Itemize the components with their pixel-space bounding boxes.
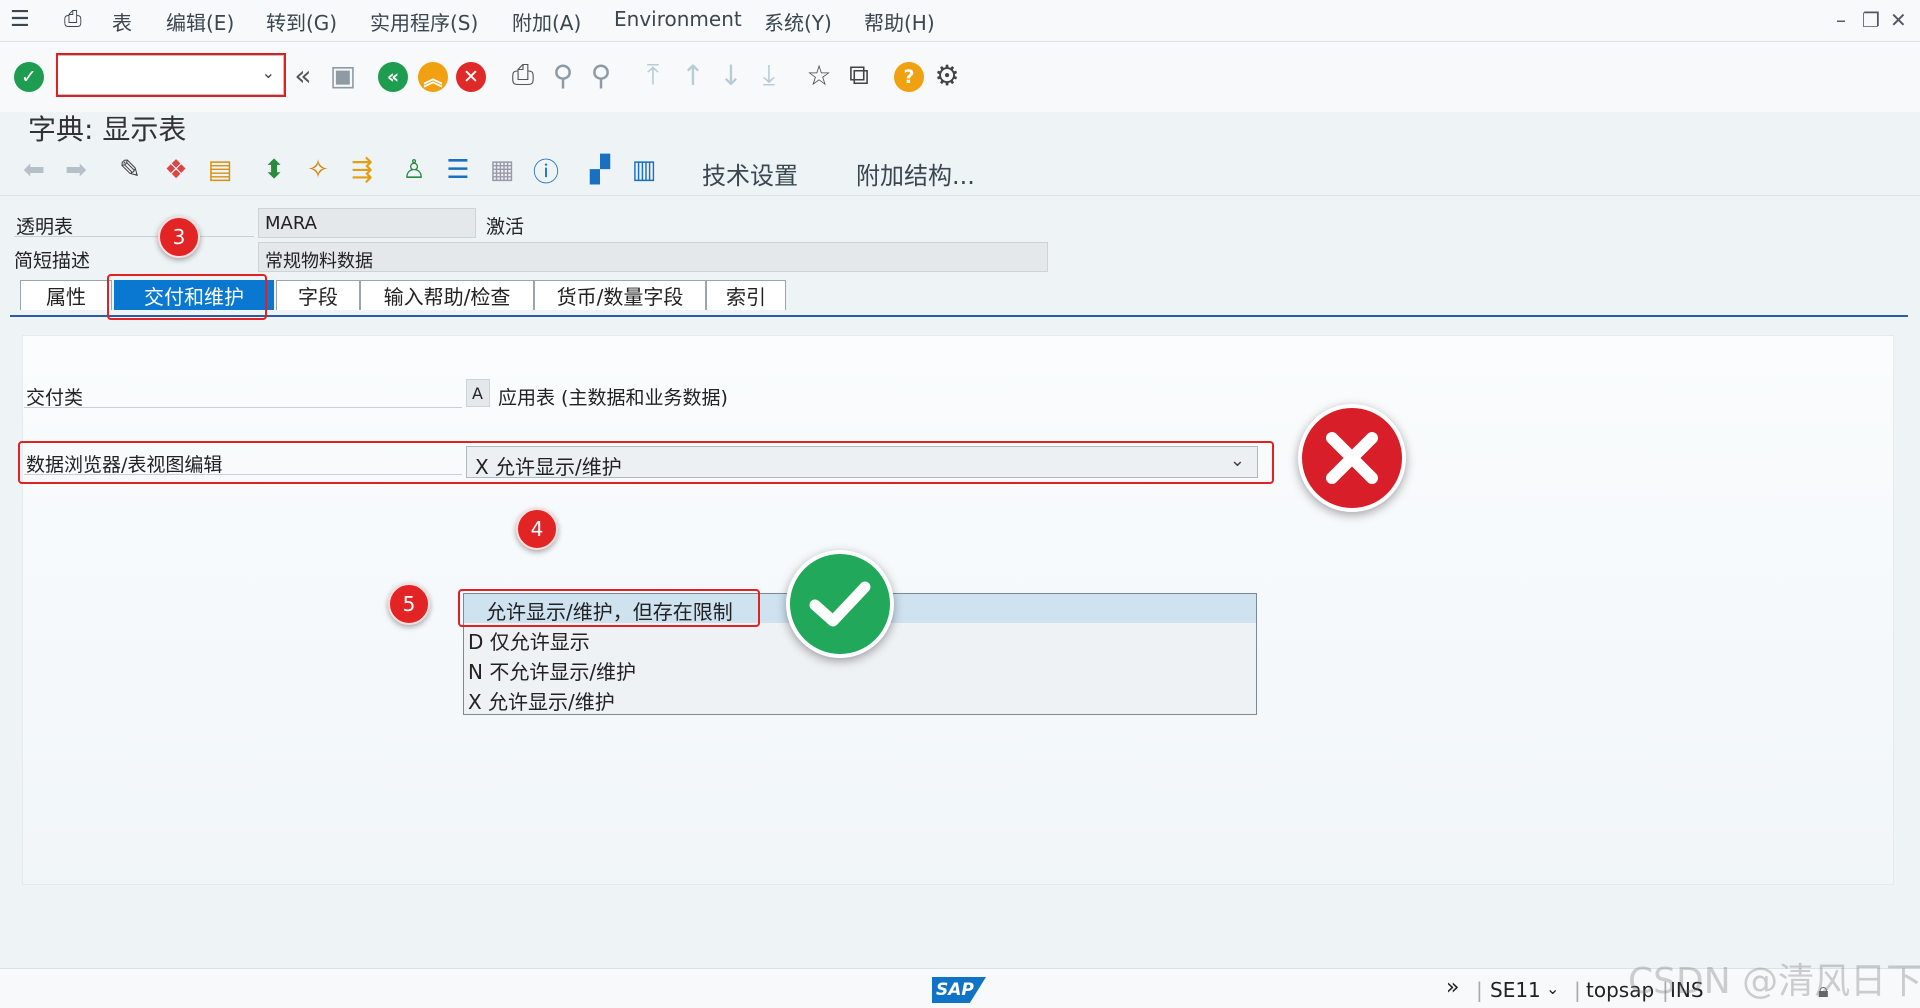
delivery-class-description: 应用表 (主数据和业务数据) — [498, 387, 728, 409]
hierarchy-icon[interactable]: ♙ — [398, 154, 430, 186]
table-type-label: 透明表 — [16, 216, 74, 238]
table-icon[interactable]: ▦ — [486, 154, 518, 186]
wrong-mark-icon — [1298, 404, 1406, 512]
divider: | — [1476, 978, 1483, 1002]
menu-utilities[interactable]: 实用程序(S) — [370, 7, 478, 36]
table-name-field[interactable]: MARA — [258, 208, 476, 238]
chevron-down-icon[interactable]: ⌄ — [262, 63, 275, 82]
menu-help[interactable]: 帮助(H) — [864, 7, 935, 36]
grid-icon[interactable]: ▥ — [628, 154, 660, 186]
activate-icon[interactable]: ⬍ — [258, 154, 290, 186]
annotation-badge-4: 4 — [516, 508, 558, 550]
chevron-down-icon[interactable]: ⌄ — [1230, 450, 1245, 471]
tab-fields[interactable]: 字段 — [276, 280, 360, 310]
menu-edit[interactable]: 编辑(E) — [166, 7, 234, 36]
menu-extras[interactable]: 附加(A) — [512, 7, 581, 36]
application-toolbar: ⬅ ➡ ✎ ❖ ▤ ⬍ ✧ ⇶ ♙ ☰ ▦ ⓘ ▞ ▥ 技术设置 附加结构... — [0, 150, 1920, 192]
data-browser-value: X 允许显示/维护 — [475, 455, 622, 479]
append-structure-button[interactable]: 附加结构... — [856, 156, 975, 191]
other-object-icon[interactable]: ❖ — [160, 154, 192, 186]
program-icon[interactable]: ⎙ — [64, 7, 82, 32]
correct-mark-icon — [786, 550, 894, 658]
tab-indexes[interactable]: 索引 — [706, 280, 786, 310]
divider — [24, 407, 462, 408]
magic-wand-icon[interactable]: ✧ — [302, 154, 334, 186]
short-description-field[interactable]: 常规物料数据 — [258, 242, 1048, 272]
annotation-badge-5: 5 — [388, 583, 430, 625]
arrow-right-icon[interactable]: ➡ — [60, 154, 92, 186]
command-field[interactable]: ⌄ — [56, 55, 284, 95]
delivery-class-label: 交付类 — [26, 387, 84, 409]
menu-table[interactable]: 表 — [112, 7, 132, 36]
watermark: CSDN @清风日下 — [1628, 961, 1920, 1002]
data-browser-dropdown[interactable]: X 允许显示/维护 ⌄ — [466, 446, 1258, 479]
tab-attributes[interactable]: 属性 — [20, 280, 112, 310]
transaction-code[interactable]: SE11 — [1490, 978, 1541, 1002]
annotation-badge-3: 3 — [158, 216, 200, 258]
where-used-icon[interactable]: ⇶ — [346, 154, 378, 186]
option-allowed[interactable]: X 允许显示/维护 — [464, 684, 1256, 714]
divider — [24, 474, 462, 475]
restore-icon[interactable]: ❐ — [1862, 8, 1880, 32]
double-chevron-right-icon[interactable]: » — [1446, 975, 1459, 1000]
divider: | — [1574, 978, 1581, 1002]
info-icon[interactable]: ⓘ — [530, 154, 562, 188]
data-browser-label: 数据浏览器/表视图编辑 — [26, 454, 223, 476]
table-status: 激活 — [486, 216, 525, 238]
divider — [14, 236, 254, 237]
close-window-icon[interactable]: ✕ — [1890, 8, 1907, 32]
arrow-left-icon[interactable]: ⬅ — [18, 154, 50, 186]
short-description-label: 简短描述 — [14, 250, 91, 272]
menu-bar: ☰ ⎙ 表 编辑(E) 转到(G) 实用程序(S) 附加(A) Environm… — [0, 0, 1920, 42]
menu-environment[interactable]: Environment — [614, 7, 742, 31]
system-toolbar: ✓ — [0, 42, 1920, 112]
technical-settings-button[interactable]: 技术设置 — [702, 156, 798, 191]
sap-logo: SAP — [932, 977, 986, 1003]
option-not-allowed[interactable]: N 不允许显示/维护 — [464, 654, 1256, 684]
minimize-icon[interactable]: – — [1836, 8, 1846, 32]
menu-system[interactable]: 系统(Y) — [764, 7, 832, 36]
tab-input-help-check[interactable]: 输入帮助/检查 — [360, 280, 534, 310]
enter-check-icon[interactable]: ✓ — [14, 62, 44, 92]
page-title: 字典: 显示表 — [28, 113, 187, 146]
display-change-icon[interactable]: ✎ — [114, 154, 146, 186]
chevron-down-icon[interactable]: ⌄ — [1546, 979, 1559, 998]
check-icon[interactable]: ▤ — [204, 154, 236, 186]
divider — [0, 195, 1920, 196]
structure-icon[interactable]: ▞ — [584, 154, 616, 186]
menu-icon[interactable]: ☰ — [10, 7, 30, 32]
tab-currency-quantity-fields[interactable]: 货币/数量字段 — [534, 280, 706, 310]
delivery-class-field[interactable]: A — [466, 379, 490, 407]
tab-underline — [10, 315, 1908, 317]
tab-delivery-maintenance[interactable]: 交付和维护 — [114, 280, 274, 310]
stack-icon[interactable]: ☰ — [442, 154, 474, 186]
menu-goto[interactable]: 转到(G) — [266, 7, 337, 36]
